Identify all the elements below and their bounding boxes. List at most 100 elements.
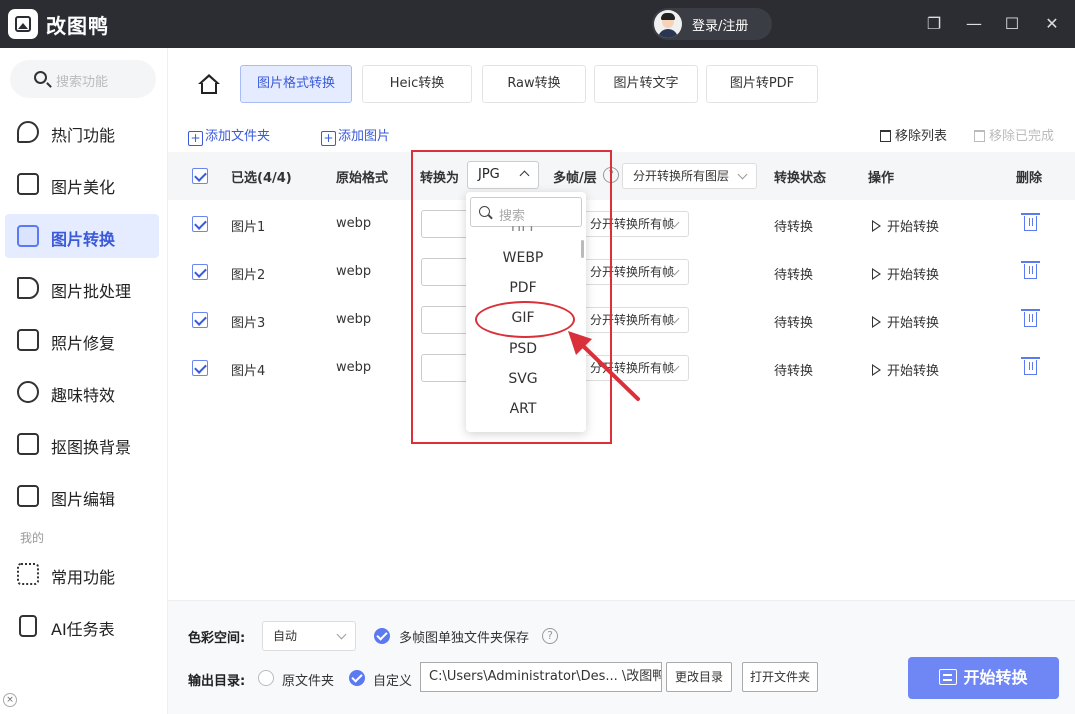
row-format: webp (336, 312, 372, 327)
row-frame-value: 分开转换所有帧 (590, 265, 675, 279)
row-checkbox[interactable] (192, 360, 208, 376)
maximize-icon[interactable]: ☐ (1000, 12, 1024, 36)
tab-raw[interactable]: Raw转换 (482, 65, 586, 103)
add-folder-button[interactable]: + 添加文件夹 (188, 125, 270, 146)
remove-list-label: 移除列表 (895, 129, 948, 144)
sidebar-search[interactable]: 搜索功能 (10, 60, 156, 98)
login-label: 登录/注册 (692, 19, 749, 34)
select-all-checkbox[interactable] (192, 168, 208, 184)
row-format: webp (336, 360, 372, 375)
row-checkbox[interactable] (192, 264, 208, 280)
output-path-field[interactable]: C:\Users\Administrator\Des... \改图鸭 (420, 662, 662, 692)
dropdown-option-art[interactable]: ART (466, 401, 580, 417)
sidebar-item-label: 趣味特效 (51, 386, 116, 405)
header-delete: 删除 (1016, 171, 1043, 186)
row-convert-select[interactable] (421, 354, 471, 382)
add-image-button[interactable]: + 添加图片 (321, 125, 390, 146)
home-icon[interactable] (198, 74, 220, 96)
play-icon (872, 220, 881, 232)
original-folder-radio[interactable] (258, 670, 274, 686)
cutout-icon (17, 433, 39, 455)
row-start-button[interactable]: 开始转换 (872, 264, 939, 283)
play-icon (872, 364, 881, 376)
row-start-button[interactable]: 开始转换 (872, 216, 939, 235)
plus-icon: + (321, 131, 336, 146)
close-icon[interactable]: ✕ (1040, 12, 1064, 36)
tab-heic[interactable]: Heic转换 (362, 65, 472, 103)
corner-close-icon[interactable]: × (3, 693, 17, 707)
trash-icon[interactable] (1021, 309, 1040, 327)
row-frame-select[interactable]: 分开转换所有帧 (579, 259, 689, 285)
start-convert-label: 开始转换 (963, 668, 1028, 687)
trash-icon[interactable] (1021, 261, 1040, 279)
sidebar-item-convert[interactable]: 图片转换 (5, 214, 159, 258)
sidebar-item-repair[interactable]: 照片修复 (5, 318, 159, 362)
row-frame-select[interactable]: 分开转换所有帧 (579, 211, 689, 237)
original-folder-label: 原文件夹 (282, 674, 335, 689)
dropdown-option-tiff[interactable]: TIFF (466, 226, 580, 234)
chevron-up-icon (519, 170, 530, 181)
dropdown-option-gif[interactable]: GIF (466, 310, 580, 326)
table-row: 图片2 webp 分开转换所有帧 待转换 开始转换 (168, 248, 1075, 296)
help-icon[interactable]: ? (542, 628, 558, 644)
sidebar-item-cutout[interactable]: 抠图换背景 (5, 422, 159, 466)
start-convert-button[interactable]: 开始转换 (908, 657, 1059, 699)
play-icon (872, 268, 881, 280)
row-status: 待转换 (774, 316, 814, 331)
login-button[interactable]: 登录/注册 (652, 8, 772, 40)
header-action: 操作 (868, 171, 895, 186)
row-status: 待转换 (774, 268, 814, 283)
row-frame-select[interactable]: 分开转换所有帧 (579, 307, 689, 333)
multi-frame-checkbox[interactable] (374, 628, 390, 644)
row-convert-select[interactable] (421, 258, 471, 286)
dropdown-option-psd[interactable]: PSD (466, 341, 580, 357)
row-frame-select[interactable]: 分开转换所有帧 (579, 355, 689, 381)
trash-icon[interactable] (1021, 213, 1040, 231)
dropdown-option-svg[interactable]: SVG (466, 371, 580, 387)
convert-icon (17, 225, 39, 247)
row-start-button[interactable]: 开始转换 (872, 360, 939, 379)
sidebar-item-effects[interactable]: 趣味特效 (5, 370, 159, 414)
dropdown-scrollbar[interactable] (581, 240, 584, 258)
multi-frame-label: 多帧图单独文件夹保存 (399, 631, 530, 646)
sidebar-item-edit[interactable]: 图片编辑 (5, 474, 159, 518)
dropdown-option-pdf[interactable]: PDF (466, 280, 580, 296)
row-checkbox[interactable] (192, 312, 208, 328)
row-checkbox[interactable] (192, 216, 208, 232)
help-icon[interactable]: ? (603, 167, 619, 183)
trash-icon[interactable] (1021, 357, 1040, 375)
tab-format-convert[interactable]: 图片格式转换 (240, 65, 352, 103)
tab-image-to-text[interactable]: 图片转文字 (594, 65, 698, 103)
dropdown-option-webp[interactable]: WEBP (466, 250, 580, 266)
search-icon (34, 71, 47, 84)
search-icon (479, 206, 490, 217)
open-folder-button[interactable]: 打开文件夹 (742, 662, 818, 692)
tab-image-to-pdf[interactable]: 图片转PDF (706, 65, 818, 103)
sidebar-item-label: 热门功能 (51, 126, 116, 145)
sidebar-item-ai-tasks[interactable]: AI任务表 (5, 604, 159, 648)
sidebar-item-label: 图片转换 (51, 230, 116, 249)
row-convert-select[interactable] (421, 210, 471, 238)
row-start-label: 开始转换 (887, 220, 940, 235)
minimize-icon[interactable]: — (962, 12, 986, 36)
layer-mode-select[interactable]: 分开转换所有图层 (622, 163, 757, 189)
row-start-button[interactable]: 开始转换 (872, 312, 939, 331)
sidebar-item-batch[interactable]: 图片批处理 (5, 266, 159, 310)
remove-done-button[interactable]: 移除已完成 (974, 125, 1054, 144)
chevron-down-icon (336, 629, 347, 640)
convert-to-select[interactable]: JPG (467, 161, 539, 189)
header-frames: 多帧/层 (553, 171, 597, 186)
dropdown-search-placeholder: 搜索 (499, 209, 526, 224)
table-row: 图片1 webp 分开转换所有帧 待转换 开始转换 (168, 200, 1075, 248)
change-dir-button[interactable]: 更改目录 (666, 662, 732, 692)
remove-list-button[interactable]: 移除列表 (880, 125, 947, 144)
color-space-select[interactable]: 自动 (262, 621, 356, 651)
restore-icon[interactable]: ❐ (922, 12, 946, 36)
dropdown-search-input[interactable]: 搜索 (470, 197, 582, 227)
row-convert-select[interactable] (421, 306, 471, 334)
row-name: 图片3 (231, 316, 266, 331)
sidebar-item-beautify[interactable]: 图片美化 (5, 162, 159, 206)
sidebar-item-hot[interactable]: 热门功能 (5, 110, 159, 154)
sidebar-item-common[interactable]: 常用功能 (5, 552, 159, 596)
custom-folder-radio[interactable] (349, 670, 365, 686)
